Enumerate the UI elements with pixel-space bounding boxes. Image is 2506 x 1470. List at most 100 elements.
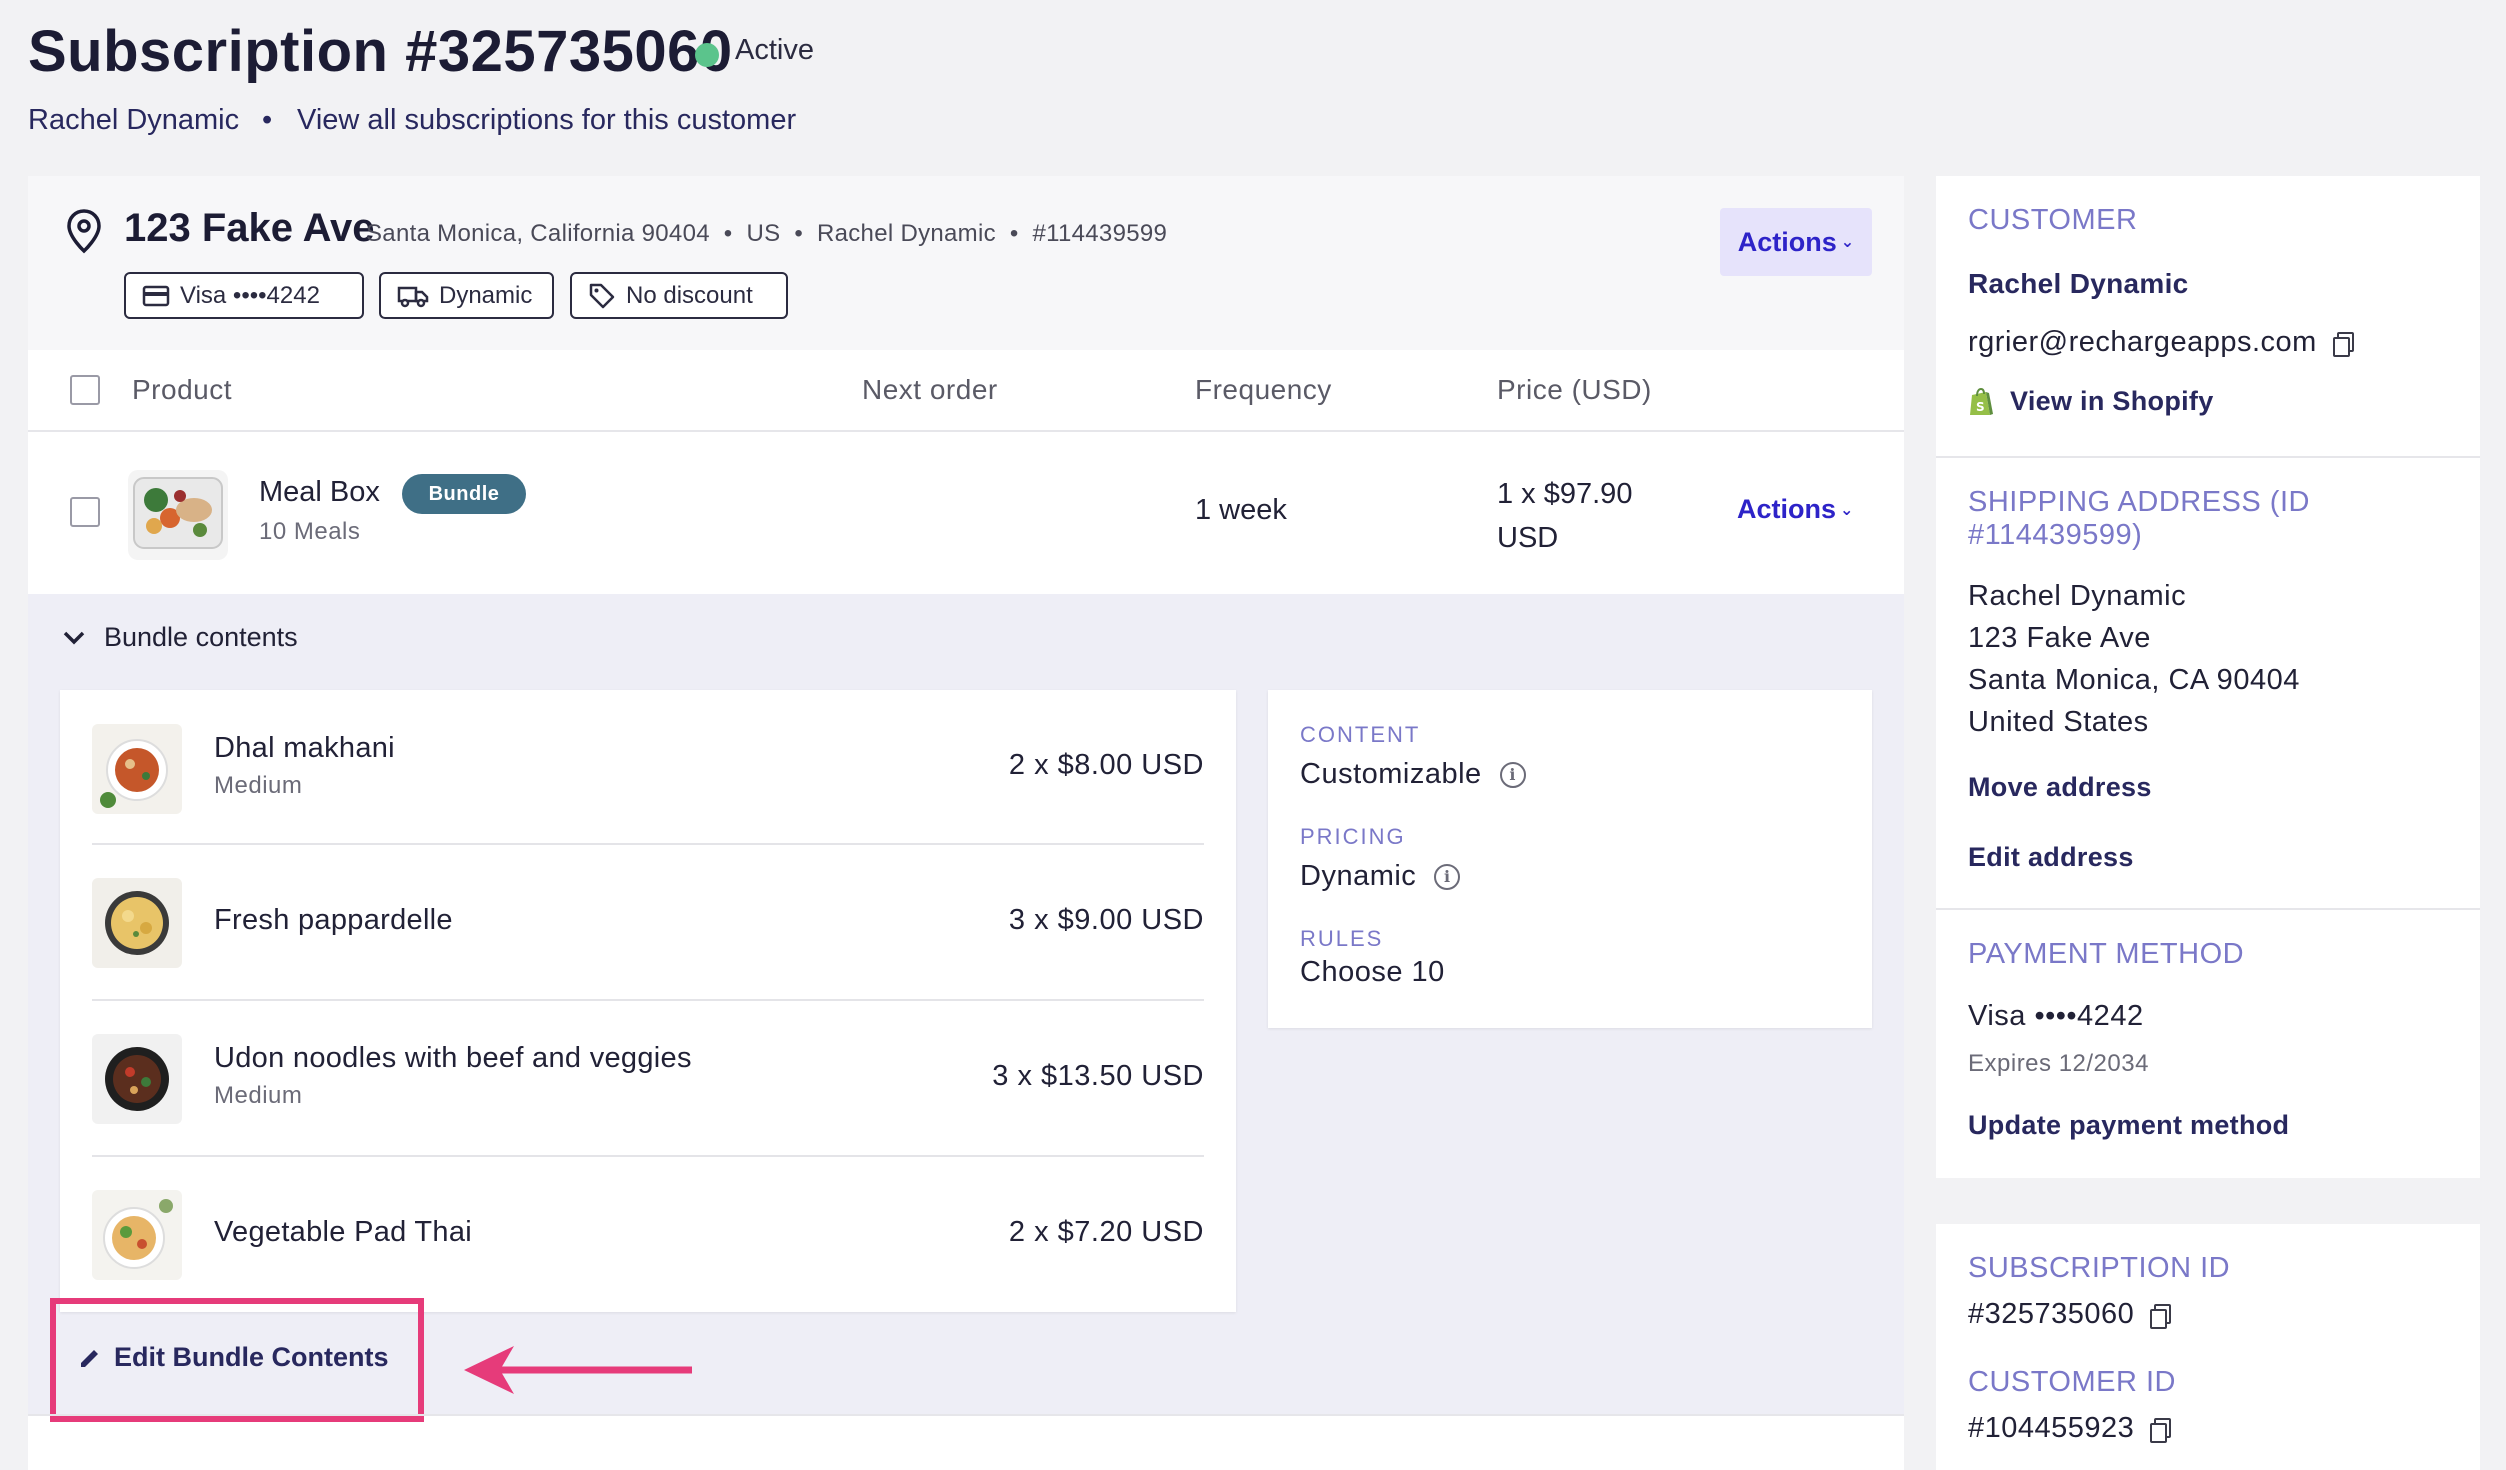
content-value: Customizable i [1300,758,1526,791]
view-in-shopify-label: View in Shopify [2010,386,2214,416]
divider [92,1155,1204,1157]
content-value-text: Customizable [1300,758,1482,790]
pricing-value-text: Dynamic [1300,860,1417,892]
discount-chip[interactable]: No discount [570,272,788,319]
vegetable-pad-thai-thumbnail [92,1190,182,1280]
content-label: CONTENT [1300,722,1421,747]
divider [28,430,1904,432]
product-frequency: 1 week [1195,494,1287,526]
bundle-item: Dhal makhani Medium 2 x $8.00 USD [92,724,1204,816]
truck-icon [397,286,429,307]
payment-chip[interactable]: Visa ••••4242 [124,272,364,319]
payment-card: Visa ••••4242 [1968,1000,2144,1032]
divider [28,1414,1904,1416]
shipping-chip[interactable]: Dynamic [379,272,554,319]
row-actions-button[interactable]: Actions ⌄ [1737,494,1853,525]
svg-text:S: S [1976,400,1985,414]
customer-name-link[interactable]: Rachel Dynamic [1968,268,2189,300]
copy-icon[interactable] [2332,332,2354,358]
breadcrumb-separator: • [262,104,273,136]
product-price-line2: USD [1497,522,1559,554]
divider [92,843,1204,845]
bundle-item: Vegetable Pad Thai 2 x $7.20 USD [92,1190,1204,1282]
location-pin-icon [67,209,101,254]
chevron-down-icon [63,631,85,644]
column-header-next-order[interactable]: Next order [862,374,998,406]
pricing-label: PRICING [1300,824,1406,849]
customer-id: #104455923 [1968,1412,2172,1445]
subscription-id: #325735060 [1968,1298,2172,1331]
customer-email-text: rgrier@rechargeapps.com [1968,326,2317,358]
address-actions-label: Actions [1737,226,1837,257]
copy-icon[interactable] [2150,1418,2172,1444]
product-subtitle: 10 Meals [259,518,361,545]
copy-icon[interactable] [2150,1304,2172,1330]
shipping-address-line: 123 Fake Ave [1968,622,2151,654]
product-price: 1 x $97.90 USD [1497,472,1632,560]
column-header-product[interactable]: Product [132,374,232,406]
shopify-icon: S [1970,387,1993,415]
dhal-makhani-thumbnail [92,724,182,814]
divider [1936,456,2480,458]
chevron-down-icon: ⌄ [1840,234,1855,251]
customer-id-text: #104455923 [1968,1412,2135,1444]
status-indicator-dot [695,43,719,67]
bundle-contents-label: Bundle contents [104,622,298,652]
subscription-id-title: SUBSCRIPTION ID [1968,1252,2231,1284]
edit-address-link[interactable]: Edit address [1968,842,2134,873]
move-address-link[interactable]: Move address [1968,772,2152,803]
row-actions-label: Actions [1737,494,1837,524]
product-name[interactable]: Meal Box [259,476,380,509]
payment-expiry: Expires 12/2034 [1968,1050,2149,1077]
bundle-item-name: Udon noodles with beef and veggies [214,1042,692,1074]
rules-label: RULES [1300,926,1384,951]
bundle-item-quantity: 3 x $9.00 USD [1008,904,1204,936]
udon-noodles-thumbnail [92,1034,182,1124]
bundle-item-quantity: 2 x $7.20 USD [1008,1216,1204,1248]
page-title: Subscription #325735060 [28,19,733,84]
select-all-checkbox[interactable] [70,375,100,405]
bundle-item-name: Vegetable Pad Thai [214,1216,473,1248]
address-meta: Santa Monica, California 90404 • US • Ra… [366,220,1168,247]
chevron-down-icon: ⌄ [1840,501,1854,519]
column-header-price[interactable]: Price (USD) [1497,374,1652,406]
customer-name-link[interactable]: Rachel Dynamic [28,104,239,137]
fresh-pappardelle-thumbnail [92,878,182,968]
bundle-item-subtitle: Medium [214,772,303,799]
address-header [28,176,1904,350]
pointer-arrow-icon [464,1346,692,1394]
shipping-address-line: Santa Monica, CA 90404 [1968,664,2300,696]
address-actions-button[interactable]: Actions ⌄ [1720,208,1872,276]
bundle-item-name: Dhal makhani [214,732,395,764]
bundle-item: Fresh pappardelle 3 x $9.00 USD [92,878,1204,970]
shipping-chip-label: Dynamic [439,281,533,309]
meal-box-thumbnail [128,470,228,560]
column-header-frequency[interactable]: Frequency [1195,374,1332,406]
info-icon[interactable]: i [1499,761,1526,788]
pricing-value: Dynamic i [1300,860,1461,893]
address-street: 123 Fake Ave [124,206,375,250]
view-all-subscriptions-link[interactable]: View all subscriptions for this customer [297,104,796,137]
product-price-line1: 1 x $97.90 [1497,478,1633,510]
view-in-shopify-link[interactable]: S View in Shopify [1968,386,2214,417]
bundle-item-quantity: 2 x $8.00 USD [1008,749,1204,781]
customer-id-title: CUSTOMER ID [1968,1366,2176,1398]
bundle-badge: Bundle [402,474,526,514]
bundle-item-quantity: 3 x $13.50 USD [992,1060,1204,1092]
divider [1936,908,2480,910]
update-payment-method-link[interactable]: Update payment method [1968,1110,2289,1141]
rules-value: Choose 10 [1300,956,1445,989]
status-badge: Active [735,34,814,66]
customer-email: rgrier@rechargeapps.com [1968,326,2354,359]
payment-chip-label: Visa ••••4242 [180,281,320,309]
bundle-item: Udon noodles with beef and veggies Mediu… [92,1034,1204,1126]
divider [92,999,1204,1001]
rules-value-text: Choose 10 [1300,956,1445,988]
shipping-address-line: United States [1968,706,2149,738]
bundle-contents-toggle[interactable]: Bundle contents [62,622,298,653]
row-checkbox[interactable] [70,497,100,527]
info-icon[interactable]: i [1434,863,1461,890]
shipping-address-line: Rachel Dynamic [1968,580,2187,612]
shipping-section-title: SHIPPING ADDRESS (ID #114439599) [1968,486,2310,551]
customer-section-title: CUSTOMER [1968,204,2138,236]
